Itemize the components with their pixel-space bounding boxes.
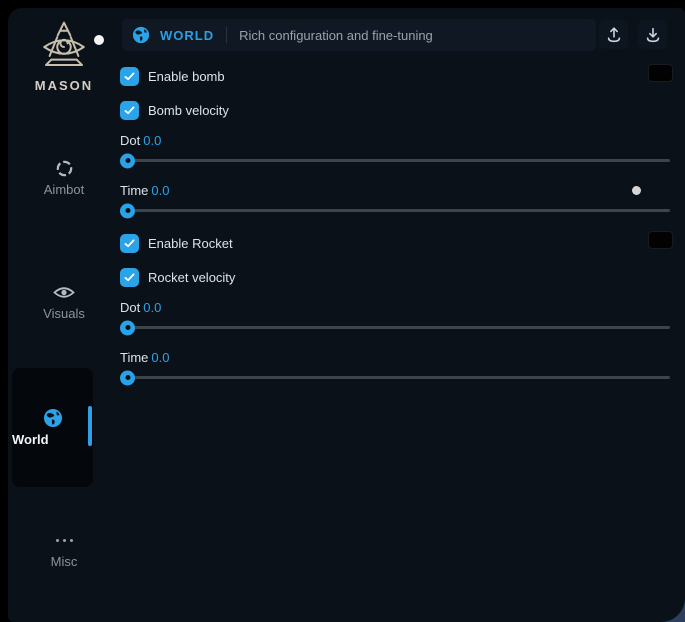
slider-thumb[interactable] — [120, 203, 135, 218]
mason-window: MASON Aimbot Visuals — [8, 8, 685, 622]
checkbox-row-enable-bomb[interactable]: Enable bomb — [120, 66, 225, 86]
checkbox-row-enable-rocket[interactable]: Enable Rocket — [120, 233, 233, 253]
slider-track[interactable] — [120, 326, 670, 329]
slider-label: Time0.0 — [120, 350, 670, 366]
slider-track[interactable] — [120, 159, 670, 162]
sidebar-item-label: Misc — [8, 554, 120, 569]
checkbox-row-bomb-velocity[interactable]: Bomb velocity — [120, 100, 229, 120]
sidebar-item-aimbot[interactable]: Aimbot — [8, 158, 120, 197]
checkbox-checked[interactable] — [120, 101, 139, 120]
sidebar-item-misc[interactable]: Misc — [8, 530, 120, 569]
upload-config-button[interactable] — [599, 20, 628, 49]
checkbox-row-rocket-velocity[interactable]: Rocket velocity — [120, 267, 235, 287]
slider-track[interactable] — [120, 376, 670, 379]
header-divider — [226, 27, 227, 43]
checkmark-icon — [124, 106, 135, 115]
download-config-button[interactable] — [638, 20, 667, 49]
sidebar-item-visuals[interactable]: Visuals — [8, 282, 120, 321]
slider-rocket-time: Time0.0 — [120, 350, 670, 379]
slider-label: Dot0.0 — [120, 133, 670, 149]
checkbox-label: Rocket velocity — [148, 270, 235, 285]
download-icon — [644, 26, 662, 44]
ellipsis-icon — [56, 530, 73, 550]
upload-icon — [605, 26, 623, 44]
logo-text: MASON — [8, 78, 120, 93]
globe-icon — [43, 408, 63, 428]
sidebar-item-label: Aimbot — [8, 182, 120, 197]
sidebar-item-world[interactable]: World — [12, 368, 93, 487]
page-title: WORLD — [160, 28, 214, 43]
slider-value: 0.0 — [151, 183, 169, 198]
checkmark-icon — [124, 273, 135, 282]
slider-label: Time0.0 — [120, 183, 670, 199]
slider-value: 0.0 — [143, 300, 161, 315]
logo: MASON — [8, 20, 120, 93]
checkbox-checked[interactable] — [120, 234, 139, 253]
sidebar-item-label: World — [12, 432, 93, 447]
crosshair-icon — [55, 159, 74, 178]
slider-label: Dot0.0 — [120, 300, 670, 316]
page-subtitle: Rich configuration and fine-tuning — [239, 28, 433, 43]
sidebar-item-label: Visuals — [8, 306, 120, 321]
slider-thumb[interactable] — [120, 320, 135, 335]
checkbox-checked[interactable] — [120, 268, 139, 287]
slider-bomb-dot: Dot0.0 — [120, 133, 670, 162]
slider-value: 0.0 — [151, 350, 169, 365]
slider-track[interactable] — [120, 209, 670, 212]
slider-thumb[interactable] — [120, 153, 135, 168]
page-header: WORLD Rich configuration and fine-tuning — [122, 19, 596, 51]
cursor-dot — [94, 35, 104, 45]
slider-rocket-dot: Dot0.0 — [120, 300, 670, 329]
cursor-dot — [632, 186, 641, 195]
sidebar: MASON Aimbot Visuals — [8, 8, 120, 622]
checkmark-icon — [124, 239, 135, 248]
color-swatch-rocket[interactable] — [648, 231, 673, 249]
checkbox-label: Bomb velocity — [148, 103, 229, 118]
slider-value: 0.0 — [143, 133, 161, 148]
eye-icon — [53, 285, 75, 300]
slider-bomb-time: Time0.0 — [120, 183, 670, 212]
color-swatch-bomb[interactable] — [648, 64, 673, 82]
checkmark-icon — [124, 72, 135, 81]
mason-logo-icon — [35, 20, 93, 74]
active-tab-indicator — [88, 406, 92, 446]
globe-icon — [132, 26, 150, 44]
slider-thumb[interactable] — [120, 370, 135, 385]
checkbox-checked[interactable] — [120, 67, 139, 86]
checkbox-label: Enable Rocket — [148, 236, 233, 251]
checkbox-label: Enable bomb — [148, 69, 225, 84]
